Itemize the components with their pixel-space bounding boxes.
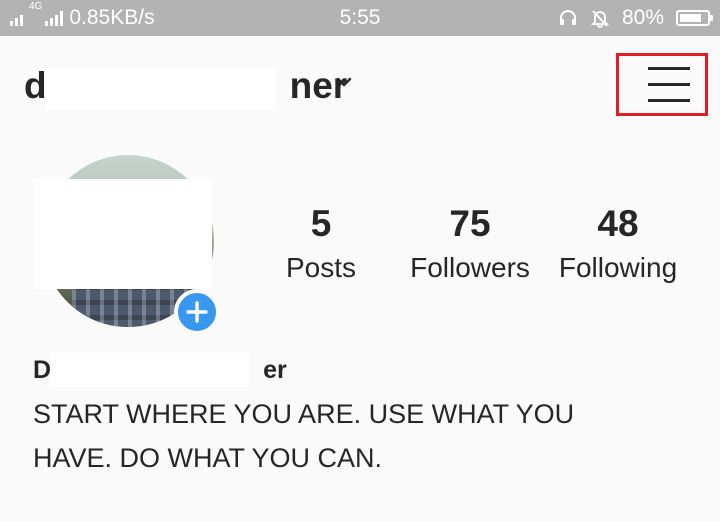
avatar-redaction xyxy=(33,179,212,289)
posts-label: Posts xyxy=(285,252,357,283)
bio-line-1: START WHERE YOU ARE. USE WHAT YOU xyxy=(33,399,575,429)
menu-button[interactable] xyxy=(616,53,708,116)
display-name-end: er xyxy=(263,356,287,384)
headset-icon xyxy=(559,10,576,25)
username-start: d xyxy=(24,65,47,106)
posts-stat[interactable]: 5 Posts xyxy=(266,198,376,290)
add-story-button[interactable] xyxy=(174,289,220,335)
battery-icon xyxy=(676,10,713,26)
following-label: Following xyxy=(558,252,678,283)
following-stat[interactable]: 48 Following xyxy=(548,198,688,290)
followers-stat[interactable]: 75 Followers xyxy=(400,198,540,290)
followers-label: Followers xyxy=(410,252,530,283)
display-name-start: D xyxy=(33,356,52,384)
followers-count: 75 xyxy=(449,203,491,244)
bio-text: START WHERE YOU ARE. USE WHAT YOU HAVE. … xyxy=(33,392,673,480)
bio-line-2: HAVE. DO WHAT YOU CAN. xyxy=(33,443,383,473)
plus-icon xyxy=(186,301,208,323)
battery-level-fill xyxy=(680,14,701,22)
status-bar: 4G 0.85KB/s 5:55 80% xyxy=(0,0,720,36)
following-count: 48 xyxy=(597,203,639,244)
posts-count: 5 xyxy=(310,203,332,244)
status-right-group: 80% xyxy=(558,0,713,36)
display-name-redaction xyxy=(50,353,249,387)
bell-muted-icon xyxy=(590,10,610,28)
username-redaction xyxy=(46,68,276,110)
battery-percent: 80% xyxy=(621,6,664,29)
chevron-down-icon[interactable] xyxy=(336,76,352,88)
